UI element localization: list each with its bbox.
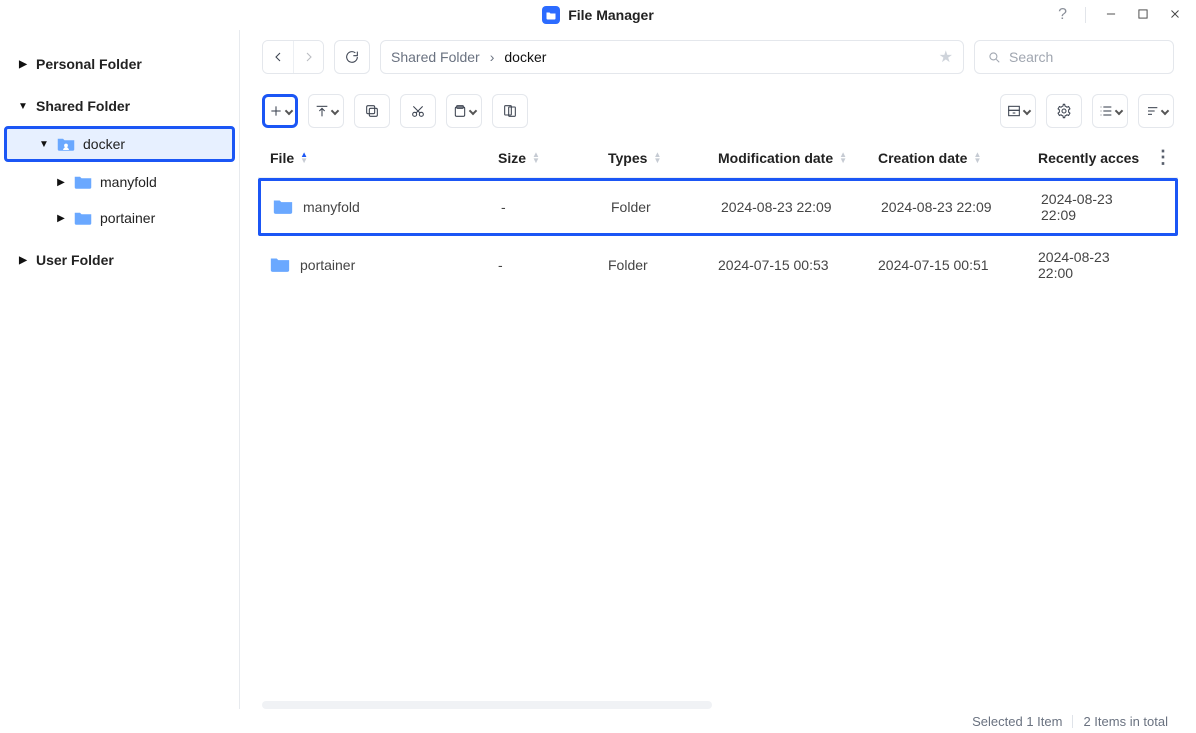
file-type: Folder <box>611 199 721 215</box>
folder-icon <box>270 256 290 274</box>
status-bar: Selected 1 Item 2 Items in total <box>0 709 1196 733</box>
sidebar-item-manyfold[interactable]: ▶ manyfold <box>0 164 239 200</box>
back-button[interactable] <box>263 41 293 73</box>
table-row[interactable]: manyfold - Folder 2024-08-23 22:09 2024-… <box>258 178 1178 236</box>
sidebar-item-portainer[interactable]: ▶ portainer <box>0 200 239 236</box>
sidebar-item-label: portainer <box>100 210 155 226</box>
sidebar-item-personal-folder[interactable]: ▶ Personal Folder <box>0 46 239 82</box>
archive-button[interactable] <box>1000 94 1036 128</box>
sort-indicator: ▲▼ <box>300 152 308 164</box>
status-selected: Selected 1 Item <box>972 714 1062 729</box>
folder-icon <box>273 198 293 216</box>
file-mod-date: 2024-07-15 00:53 <box>718 257 878 273</box>
chevron-down-icon <box>1115 107 1123 115</box>
file-name: manyfold <box>303 199 360 215</box>
duplicate-button[interactable] <box>492 94 528 128</box>
sidebar-item-label: docker <box>83 136 125 152</box>
column-label: Size <box>498 150 526 166</box>
chevron-down-icon: ▼ <box>37 139 51 150</box>
sidebar-item-shared-folder[interactable]: ▼ Shared Folder <box>0 88 239 124</box>
chevron-down-icon <box>331 107 339 115</box>
file-size: - <box>498 257 608 273</box>
app-title: File Manager <box>568 7 654 23</box>
close-button[interactable] <box>1168 7 1182 24</box>
column-creation-date[interactable]: Creation date ▲▼ <box>878 150 1038 166</box>
sidebar-item-docker[interactable]: ▼ docker <box>4 126 235 162</box>
chevron-down-icon <box>1161 107 1169 115</box>
settings-button[interactable] <box>1046 94 1082 128</box>
upload-button[interactable] <box>308 94 344 128</box>
file-name: portainer <box>300 257 355 273</box>
column-size[interactable]: Size ▲▼ <box>498 150 608 166</box>
sidebar-item-label: Personal Folder <box>36 56 142 72</box>
separator <box>1072 715 1073 728</box>
forward-button[interactable] <box>293 41 323 73</box>
breadcrumb-segment[interactable]: docker <box>504 49 546 65</box>
horizontal-scrollbar[interactable] <box>262 701 1174 709</box>
chevron-right-icon: ▶ <box>54 177 68 188</box>
chevron-down-icon <box>1023 107 1031 115</box>
chevron-down-icon: ▼ <box>16 101 30 112</box>
column-label: Types <box>608 150 647 166</box>
maximize-button[interactable] <box>1136 7 1150 24</box>
breadcrumb-separator: › <box>490 49 495 65</box>
sidebar: ▶ Personal Folder ▼ Shared Folder ▼ dock… <box>0 30 240 709</box>
paste-button[interactable] <box>446 94 482 128</box>
help-button[interactable]: ? <box>1058 6 1067 24</box>
column-label: File <box>270 150 294 166</box>
column-options-button[interactable]: ⋮ <box>1148 147 1178 168</box>
breadcrumb[interactable]: Shared Folder › docker ★ <box>380 40 964 74</box>
nav-history <box>262 40 324 74</box>
chevron-right-icon: ▶ <box>16 59 30 70</box>
chevron-down-icon <box>469 107 477 115</box>
column-label: Recently acces <box>1038 150 1139 166</box>
column-recently-accessed[interactable]: Recently acces <box>1038 150 1148 166</box>
file-type: Folder <box>608 257 718 273</box>
refresh-button[interactable] <box>334 40 370 74</box>
separator <box>1085 7 1086 23</box>
file-created-date: 2024-08-23 22:09 <box>881 199 1041 215</box>
folder-icon <box>74 174 92 190</box>
file-created-date: 2024-07-15 00:51 <box>878 257 1038 273</box>
chevron-down-icon <box>285 107 293 115</box>
shared-folder-icon <box>57 136 75 152</box>
search-input[interactable] <box>1009 49 1161 65</box>
chevron-right-icon: ▶ <box>16 255 30 266</box>
sidebar-item-user-folder[interactable]: ▶ User Folder <box>0 242 239 278</box>
app-icon <box>542 6 560 24</box>
breadcrumb-segment[interactable]: Shared Folder <box>391 49 480 65</box>
sort-indicator: ▲▼ <box>839 152 847 164</box>
column-modification-date[interactable]: Modification date ▲▼ <box>718 150 878 166</box>
column-label: Creation date <box>878 150 967 166</box>
sidebar-item-label: User Folder <box>36 252 114 268</box>
sort-indicator: ▲▼ <box>973 152 981 164</box>
column-label: Modification date <box>718 150 833 166</box>
table-row[interactable]: portainer - Folder 2024-07-15 00:53 2024… <box>258 236 1178 294</box>
cut-button[interactable] <box>400 94 436 128</box>
chevron-right-icon: ▶ <box>54 213 68 224</box>
sort-indicator: ▲▼ <box>532 152 540 164</box>
favorite-star-icon[interactable]: ★ <box>939 47 953 67</box>
file-mod-date: 2024-08-23 22:09 <box>721 199 881 215</box>
sidebar-item-label: Shared Folder <box>36 98 130 114</box>
sidebar-item-label: manyfold <box>100 174 157 190</box>
search-icon <box>987 49 1001 65</box>
copy-button[interactable] <box>354 94 390 128</box>
new-button[interactable] <box>262 94 298 128</box>
file-accessed-date: 2024-08-23 22:09 <box>1041 191 1145 223</box>
file-accessed-date: 2024-08-23 22:00 <box>1038 249 1148 281</box>
minimize-button[interactable] <box>1104 7 1118 24</box>
status-total: 2 Items in total <box>1083 714 1168 729</box>
column-types[interactable]: Types ▲▼ <box>608 150 718 166</box>
view-mode-button[interactable] <box>1092 94 1128 128</box>
sort-indicator: ▲▼ <box>653 152 661 164</box>
file-size: - <box>501 199 611 215</box>
column-file[interactable]: File ▲▼ <box>258 150 498 166</box>
folder-icon <box>74 210 92 226</box>
search-box[interactable] <box>974 40 1174 74</box>
file-table: File ▲▼ Size ▲▼ Types ▲▼ Modification da… <box>240 138 1196 697</box>
sort-button[interactable] <box>1138 94 1174 128</box>
table-header: File ▲▼ Size ▲▼ Types ▲▼ Modification da… <box>258 138 1178 178</box>
